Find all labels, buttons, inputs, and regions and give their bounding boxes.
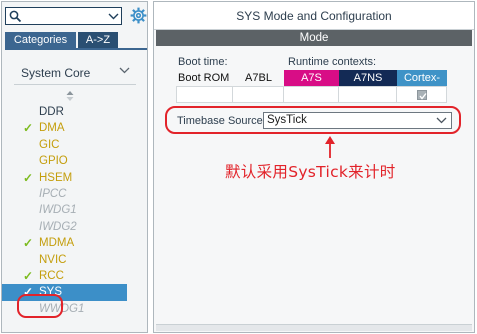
bottom-bar [156, 324, 472, 331]
divider [283, 87, 284, 102]
list-item-label: DDR [39, 106, 64, 118]
context-cortex-m4: Cortex-M4 [397, 70, 447, 100]
up-arrow-icon [324, 136, 336, 161]
boot-time-label: Boot time: [178, 56, 228, 68]
gear-icon[interactable] [130, 7, 147, 27]
list-item-label: GIC [39, 138, 60, 151]
check-icon: ✓ [23, 268, 34, 283]
list-item-ddr[interactable]: DDR [2, 104, 147, 120]
list-item-mdma[interactable]: ✓ MDMA [2, 235, 147, 251]
peripheral-list: DDR ✓ DMA GIC GPIO ✓ HSEM IPCC IWDG1 IWDG2… [2, 104, 147, 317]
check-icon: ✓ [23, 121, 34, 136]
context-a7s: A7S [284, 70, 339, 86]
chevron-down-icon [119, 66, 130, 78]
left-panel: Categories A->Z System Core DDR ✓ DMA GIC… [1, 1, 148, 333]
timebase-source-value: SysTick [267, 114, 307, 126]
list-item-label: NVIC [39, 253, 67, 266]
timebase-source-label: Timebase Source [177, 115, 263, 127]
list-item-label: IPCC [39, 187, 67, 200]
list-item-gpio[interactable]: GPIO [2, 153, 147, 169]
right-panel: SYS Mode and Configuration Mode Boot tim… [153, 1, 475, 333]
timebase-row-highlight: Timebase Source SysTick [165, 106, 461, 134]
cortex-m4-checkbox[interactable] [417, 90, 427, 100]
tab-categories[interactable]: Categories [5, 32, 76, 48]
search-input[interactable] [24, 9, 102, 23]
divider [232, 87, 233, 102]
category-label: System Core [21, 66, 91, 80]
divider [396, 87, 397, 102]
chevron-down-icon [436, 116, 447, 128]
search-row [5, 7, 147, 25]
context-grid: Boot ROM A7BL A7S A7NS Cortex-M4 [176, 70, 447, 103]
context-a7ns: A7NS [339, 70, 397, 86]
sort-icon[interactable] [66, 91, 74, 104]
annotation-text: 默认采用SysTick来计时 [225, 163, 396, 181]
list-item-ipcc[interactable]: IPCC [2, 186, 147, 202]
tab-underline [5, 48, 147, 50]
check-icon: ✓ [23, 170, 34, 185]
mode-header: Mode [156, 30, 472, 46]
list-item-label: RCC [39, 269, 64, 282]
list-item-gic[interactable]: GIC [2, 137, 147, 153]
list-item-label: DMA [39, 122, 65, 135]
chevron-down-icon[interactable] [108, 11, 119, 24]
list-item-label: GPIO [39, 155, 68, 168]
list-item-label: HSEM [39, 171, 73, 184]
context-a7bl: A7BL [245, 72, 272, 84]
check-icon: ✓ [23, 236, 34, 251]
category-system-core[interactable]: System Core [14, 61, 136, 85]
sidebar-tabs: Categories A->Z [5, 32, 147, 50]
highlight-oval-sys [17, 294, 63, 318]
list-item-iwdg2[interactable]: IWDG2 [2, 219, 147, 235]
divider [338, 87, 339, 102]
list-item-label: MDMA [39, 237, 75, 250]
list-item-rcc[interactable]: ✓ RCC [2, 268, 147, 284]
list-item-nvic[interactable]: NVIC [2, 252, 147, 268]
list-item-label: IWDG2 [39, 220, 77, 233]
context-boot-rom: Boot ROM [178, 72, 230, 84]
context-check-row [176, 86, 447, 103]
list-item-iwdg1[interactable]: IWDG1 [2, 202, 147, 218]
tab-a-z[interactable]: A->Z [78, 32, 118, 48]
timebase-source-select[interactable]: SysTick [263, 112, 452, 129]
list-item-dma[interactable]: ✓ DMA [2, 120, 147, 136]
list-item-label: IWDG1 [39, 204, 77, 217]
list-item-hsem[interactable]: ✓ HSEM [2, 170, 147, 186]
search-icon [9, 10, 22, 26]
search-box[interactable] [5, 7, 122, 25]
panel-title: SYS Mode and Configuration [154, 2, 474, 30]
runtime-contexts-label: Runtime contexts: [288, 56, 377, 68]
